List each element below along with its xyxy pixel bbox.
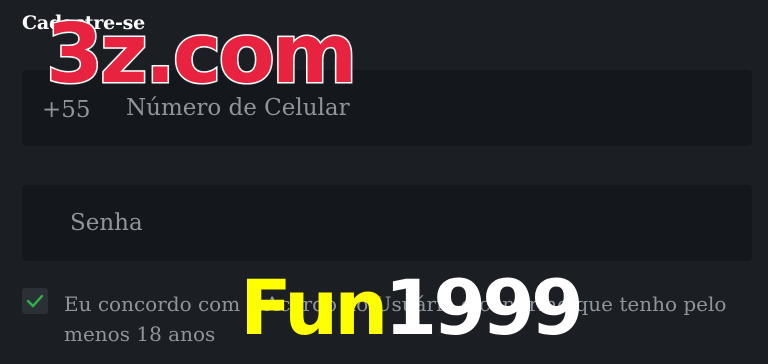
terms-text-before: Eu concordo com o bbox=[64, 292, 265, 316]
watermark-number-text: 1999 bbox=[384, 263, 584, 352]
watermark-fun1999: Fun1999 bbox=[240, 270, 584, 346]
register-page: Cadastre-se +55 Eu concordo com o Acordo… bbox=[0, 0, 768, 364]
watermark-3z: 3z.com bbox=[44, 7, 358, 102]
terms-checkbox[interactable] bbox=[22, 288, 48, 314]
password-field[interactable] bbox=[22, 185, 752, 261]
watermark-fun-text: Fun bbox=[240, 263, 388, 352]
password-input[interactable] bbox=[66, 185, 714, 261]
checkmark-icon bbox=[26, 294, 44, 308]
